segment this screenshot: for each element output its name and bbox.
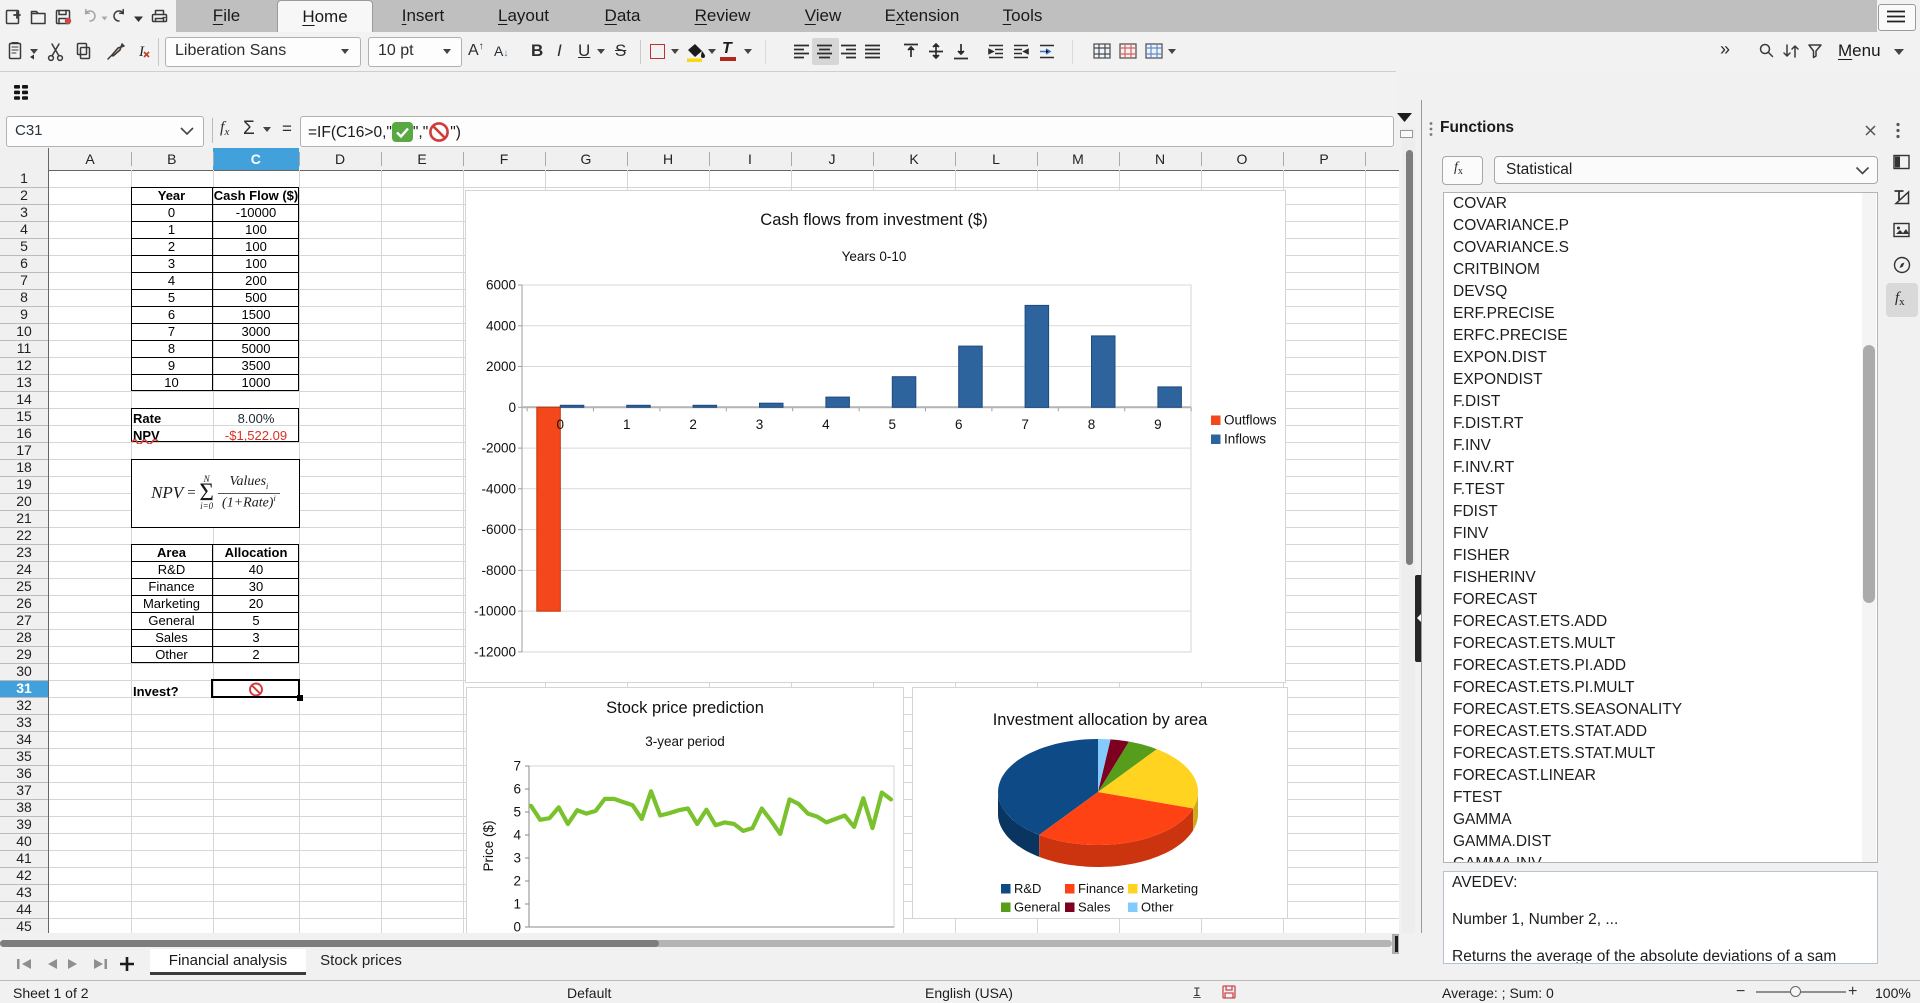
svg-text:Years 0-10: Years 0-10 (842, 249, 907, 264)
svg-text:1: 1 (513, 897, 521, 912)
svg-text:Outflows: Outflows (1224, 413, 1277, 428)
svg-text:Finance: Finance (1078, 881, 1124, 896)
svg-text:Investment allocation by area: Investment allocation by area (993, 711, 1208, 729)
svg-text:2: 2 (689, 417, 697, 432)
svg-text:2: 2 (513, 874, 521, 889)
svg-text:1: 1 (623, 417, 631, 432)
svg-text:R&D: R&D (1014, 881, 1041, 896)
svg-text:Inflows: Inflows (1224, 432, 1266, 447)
svg-text:6000: 6000 (486, 278, 516, 293)
svg-text:Cash flows from investment ($): Cash flows from investment ($) (760, 211, 987, 229)
svg-text:Price ($): Price ($) (481, 820, 496, 871)
svg-text:-4000: -4000 (481, 481, 516, 496)
svg-text:-6000: -6000 (481, 522, 516, 537)
svg-text:2000: 2000 (486, 359, 516, 374)
svg-text:9: 9 (1154, 417, 1162, 432)
svg-text:8: 8 (1088, 417, 1096, 432)
svg-text:-2000: -2000 (481, 441, 516, 456)
svg-text:7: 7 (1021, 417, 1029, 432)
svg-text:3: 3 (513, 851, 521, 866)
svg-text:6: 6 (955, 417, 963, 432)
svg-text:-10000: -10000 (474, 604, 516, 619)
svg-text:General: General (1014, 900, 1060, 915)
svg-text:0: 0 (557, 417, 565, 432)
svg-text:Sales: Sales (1078, 900, 1111, 915)
svg-text:Marketing: Marketing (1141, 881, 1198, 896)
svg-text:-8000: -8000 (481, 563, 516, 578)
svg-text:4000: 4000 (486, 318, 516, 333)
svg-text:4: 4 (822, 417, 830, 432)
svg-text:I: I (138, 44, 145, 60)
svg-text:4: 4 (513, 828, 521, 843)
svg-text:3-year period: 3-year period (645, 734, 725, 749)
svg-text:Stock price prediction: Stock price prediction (606, 699, 764, 717)
svg-text:3: 3 (756, 417, 764, 432)
svg-text:Other: Other (1141, 900, 1174, 915)
svg-text:6: 6 (513, 782, 521, 797)
svg-text:-12000: -12000 (474, 644, 516, 659)
svg-text:7: 7 (513, 759, 521, 774)
svg-text:5: 5 (513, 805, 521, 820)
svg-text:0: 0 (508, 400, 516, 415)
svg-text:5: 5 (889, 417, 897, 432)
